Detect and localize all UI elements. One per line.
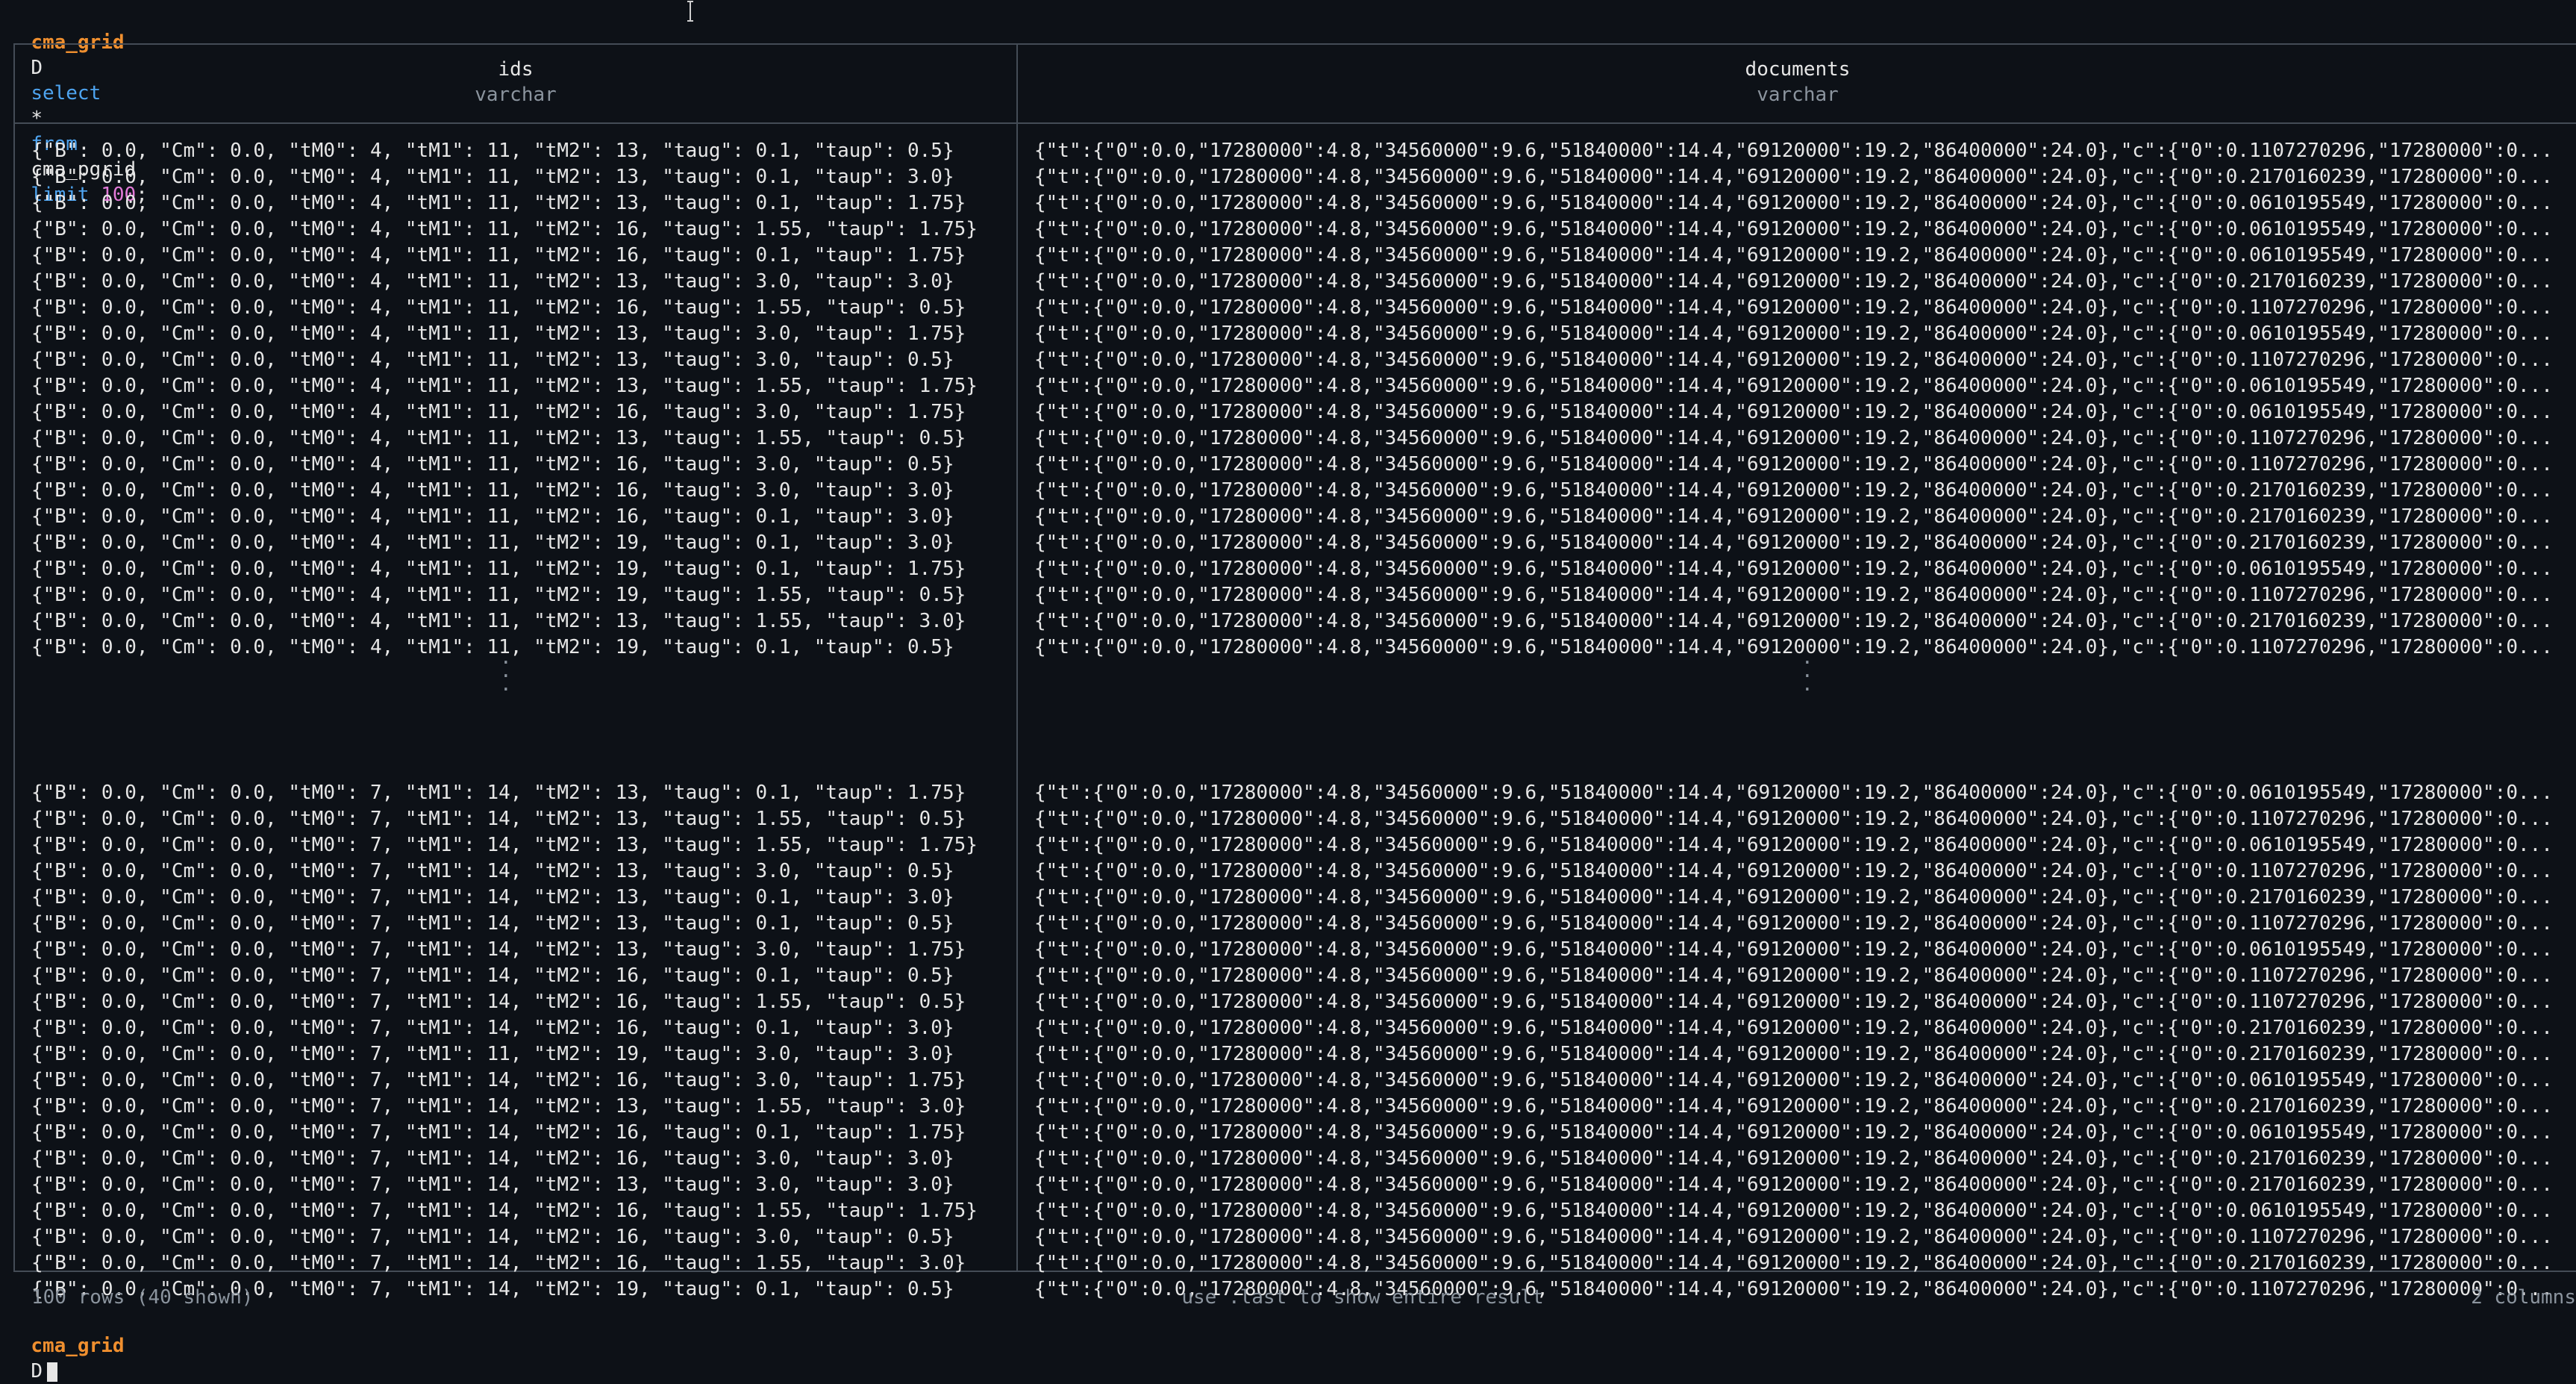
table-cell-documents[interactable]: {"t":{"0":0.0,"17280000":4.8,"34560000":… xyxy=(1034,885,2576,911)
table-cell-ids[interactable]: {"B": 0.0, "Cm": 0.0, "tM0": 4, "tM1": 1… xyxy=(31,347,1009,373)
result-table[interactable]: ids varchar documents varchar {"B": 0.0,… xyxy=(13,43,2576,1300)
table-cell-documents[interactable]: {"t":{"0":0.0,"17280000":4.8,"34560000":… xyxy=(1034,1067,2576,1094)
table-cell-ids[interactable]: {"B": 0.0, "Cm": 0.0, "tM0": 7, "tM1": 1… xyxy=(31,989,1009,1015)
table-cell-ids[interactable]: {"B": 0.0, "Cm": 0.0, "tM0": 7, "tM1": 1… xyxy=(31,1172,1009,1198)
table-cell-ids[interactable]: {"B": 0.0, "Cm": 0.0, "tM0": 7, "tM1": 1… xyxy=(31,885,1009,911)
table-cell-ids[interactable]: {"B": 0.0, "Cm": 0.0, "tM0": 7, "tM1": 1… xyxy=(31,780,1009,806)
table-cell-documents[interactable]: {"t":{"0":0.0,"17280000":4.8,"34560000":… xyxy=(1034,216,2576,243)
table-cell-documents[interactable]: {"t":{"0":0.0,"17280000":4.8,"34560000":… xyxy=(1034,832,2576,858)
table-cell-ids[interactable]: {"B": 0.0, "Cm": 0.0, "tM0": 4, "tM1": 1… xyxy=(31,216,1009,243)
table-cell-documents[interactable]: {"t":{"0":0.0,"17280000":4.8,"34560000":… xyxy=(1034,780,2576,806)
table-cell-ids[interactable]: {"B": 0.0, "Cm": 0.0, "tM0": 7, "tM1": 1… xyxy=(31,963,1009,989)
table-cell-documents[interactable]: {"t":{"0":0.0,"17280000":4.8,"34560000":… xyxy=(1034,1041,2576,1067)
table-cell-ids[interactable]: {"B": 0.0, "Cm": 0.0, "tM0": 4, "tM1": 1… xyxy=(31,556,1009,582)
table-cell-documents[interactable]: {"t":{"0":0.0,"17280000":4.8,"34560000":… xyxy=(1034,452,2576,478)
table-cell-documents[interactable]: {"t":{"0":0.0,"17280000":4.8,"34560000":… xyxy=(1034,164,2576,190)
table-cell-documents[interactable]: {"t":{"0":0.0,"17280000":4.8,"34560000":… xyxy=(1034,373,2576,399)
table-cell-documents[interactable]: {"t":{"0":0.0,"17280000":4.8,"34560000":… xyxy=(1034,347,2576,373)
table-cell-ids[interactable]: {"B": 0.0, "Cm": 0.0, "tM0": 7, "tM1": 1… xyxy=(31,858,1009,885)
table-cell-ids[interactable]: {"B": 0.0, "Cm": 0.0, "tM0": 4, "tM1": 1… xyxy=(31,635,1009,661)
column-divider xyxy=(1016,45,1018,1271)
table-cell-documents[interactable]: {"t":{"0":0.0,"17280000":4.8,"34560000":… xyxy=(1034,478,2576,504)
table-cell-documents[interactable]: {"t":{"0":0.0,"17280000":4.8,"34560000":… xyxy=(1034,1120,2576,1146)
table-cell-documents[interactable]: {"t":{"0":0.0,"17280000":4.8,"34560000":… xyxy=(1034,269,2576,295)
prompt-symbol: D xyxy=(31,1360,43,1383)
table-cell-documents[interactable]: {"t":{"0":0.0,"17280000":4.8,"34560000":… xyxy=(1034,138,2576,164)
row-ellipsis: · xyxy=(500,679,512,701)
table-cell-documents[interactable]: {"t":{"0":0.0,"17280000":4.8,"34560000":… xyxy=(1034,937,2576,963)
table-cell-ids[interactable]: {"B": 0.0, "Cm": 0.0, "tM0": 7, "tM1": 1… xyxy=(31,1224,1009,1250)
column-type: varchar xyxy=(1757,84,1839,106)
table-cell-ids[interactable]: {"B": 0.0, "Cm": 0.0, "tM0": 4, "tM1": 1… xyxy=(31,452,1009,478)
table-cell-ids[interactable]: {"B": 0.0, "Cm": 0.0, "tM0": 4, "tM1": 1… xyxy=(31,138,1009,164)
table-cell-documents[interactable]: {"t":{"0":0.0,"17280000":4.8,"34560000":… xyxy=(1034,504,2576,530)
table-cell-ids[interactable]: {"B": 0.0, "Cm": 0.0, "tM0": 4, "tM1": 1… xyxy=(31,190,1009,216)
table-cell-ids[interactable]: {"B": 0.0, "Cm": 0.0, "tM0": 7, "tM1": 1… xyxy=(31,1067,1009,1094)
prompt-db-name: cma_grid xyxy=(31,1335,125,1357)
table-cell-ids[interactable]: {"B": 0.0, "Cm": 0.0, "tM0": 4, "tM1": 1… xyxy=(31,373,1009,399)
table-cell-ids[interactable]: {"B": 0.0, "Cm": 0.0, "tM0": 7, "tM1": 1… xyxy=(31,937,1009,963)
table-cell-documents[interactable]: {"t":{"0":0.0,"17280000":4.8,"34560000":… xyxy=(1034,295,2576,321)
table-cell-documents[interactable]: {"t":{"0":0.0,"17280000":4.8,"34560000":… xyxy=(1034,399,2576,426)
row-ellipsis: · xyxy=(1801,679,1813,701)
table-cell-ids[interactable]: {"B": 0.0, "Cm": 0.0, "tM0": 4, "tM1": 1… xyxy=(31,243,1009,269)
table-cell-documents[interactable]: {"t":{"0":0.0,"17280000":4.8,"34560000":… xyxy=(1034,1015,2576,1041)
table-cell-ids[interactable]: {"B": 0.0, "Cm": 0.0, "tM0": 4, "tM1": 1… xyxy=(31,269,1009,295)
table-cell-ids[interactable]: {"B": 0.0, "Cm": 0.0, "tM0": 4, "tM1": 1… xyxy=(31,530,1009,556)
table-cell-documents[interactable]: {"t":{"0":0.0,"17280000":4.8,"34560000":… xyxy=(1034,1224,2576,1250)
column-name: ids xyxy=(498,58,534,81)
table-cell-documents[interactable]: {"t":{"0":0.0,"17280000":4.8,"34560000":… xyxy=(1034,582,2576,608)
show-all-hint: use .last to show entire result xyxy=(1181,1286,1544,1309)
table-cell-documents[interactable]: {"t":{"0":0.0,"17280000":4.8,"34560000":… xyxy=(1034,190,2576,216)
table-cell-ids[interactable]: {"B": 0.0, "Cm": 0.0, "tM0": 7, "tM1": 1… xyxy=(31,1015,1009,1041)
table-cell-ids[interactable]: {"B": 0.0, "Cm": 0.0, "tM0": 7, "tM1": 1… xyxy=(31,1250,1009,1277)
table-cell-documents[interactable]: {"t":{"0":0.0,"17280000":4.8,"34560000":… xyxy=(1034,858,2576,885)
table-cell-documents[interactable]: {"t":{"0":0.0,"17280000":4.8,"34560000":… xyxy=(1034,1250,2576,1277)
table-cell-documents[interactable]: {"t":{"0":0.0,"17280000":4.8,"34560000":… xyxy=(1034,911,2576,937)
result-footer: 100 rows (40 shown) use .last to show en… xyxy=(0,1284,2576,1311)
text-cursor-icon xyxy=(687,1,693,22)
table-cell-documents[interactable]: {"t":{"0":0.0,"17280000":4.8,"34560000":… xyxy=(1034,1146,2576,1172)
column-name: documents xyxy=(1745,58,1851,81)
table-cell-ids[interactable]: {"B": 0.0, "Cm": 0.0, "tM0": 7, "tM1": 1… xyxy=(31,1198,1009,1224)
table-cell-documents[interactable]: {"t":{"0":0.0,"17280000":4.8,"34560000":… xyxy=(1034,608,2576,635)
table-cell-ids[interactable]: {"B": 0.0, "Cm": 0.0, "tM0": 7, "tM1": 1… xyxy=(31,832,1009,858)
table-cell-ids[interactable]: {"B": 0.0, "Cm": 0.0, "tM0": 4, "tM1": 1… xyxy=(31,399,1009,426)
table-cell-ids[interactable]: {"B": 0.0, "Cm": 0.0, "tM0": 4, "tM1": 1… xyxy=(31,608,1009,635)
table-cell-ids[interactable]: {"B": 0.0, "Cm": 0.0, "tM0": 7, "tM1": 1… xyxy=(31,911,1009,937)
table-cell-documents[interactable]: {"t":{"0":0.0,"17280000":4.8,"34560000":… xyxy=(1034,1198,2576,1224)
table-cell-documents[interactable]: {"t":{"0":0.0,"17280000":4.8,"34560000":… xyxy=(1034,989,2576,1015)
table-cell-documents[interactable]: {"t":{"0":0.0,"17280000":4.8,"34560000":… xyxy=(1034,963,2576,989)
terminal-cursor[interactable] xyxy=(46,1362,57,1382)
table-cell-documents[interactable]: {"t":{"0":0.0,"17280000":4.8,"34560000":… xyxy=(1034,806,2576,832)
table-cell-ids[interactable]: {"B": 0.0, "Cm": 0.0, "tM0": 4, "tM1": 1… xyxy=(31,478,1009,504)
column-header-documents[interactable]: documents varchar xyxy=(1018,57,2576,107)
table-cell-ids[interactable]: {"B": 0.0, "Cm": 0.0, "tM0": 7, "tM1": 1… xyxy=(31,1146,1009,1172)
column-count-info: 2 columns xyxy=(2471,1286,2576,1309)
table-cell-ids[interactable]: {"B": 0.0, "Cm": 0.0, "tM0": 4, "tM1": 1… xyxy=(31,582,1009,608)
query-line[interactable]: cma_grid D select * from cma_pgrid limit… xyxy=(7,4,148,206)
table-cell-documents[interactable]: {"t":{"0":0.0,"17280000":4.8,"34560000":… xyxy=(1034,426,2576,452)
table-cell-ids[interactable]: {"B": 0.0, "Cm": 0.0, "tM0": 4, "tM1": 1… xyxy=(31,164,1009,190)
column-type: varchar xyxy=(475,84,557,106)
table-cell-ids[interactable]: {"B": 0.0, "Cm": 0.0, "tM0": 4, "tM1": 1… xyxy=(31,504,1009,530)
header-divider xyxy=(15,122,2576,124)
table-cell-documents[interactable]: {"t":{"0":0.0,"17280000":4.8,"34560000":… xyxy=(1034,530,2576,556)
column-header-ids[interactable]: ids varchar xyxy=(15,57,1016,107)
table-cell-documents[interactable]: {"t":{"0":0.0,"17280000":4.8,"34560000":… xyxy=(1034,1172,2576,1198)
table-cell-ids[interactable]: {"B": 0.0, "Cm": 0.0, "tM0": 4, "tM1": 1… xyxy=(31,321,1009,347)
table-cell-ids[interactable]: {"B": 0.0, "Cm": 0.0, "tM0": 4, "tM1": 1… xyxy=(31,295,1009,321)
table-cell-documents[interactable]: {"t":{"0":0.0,"17280000":4.8,"34560000":… xyxy=(1034,1094,2576,1120)
table-cell-documents[interactable]: {"t":{"0":0.0,"17280000":4.8,"34560000":… xyxy=(1034,321,2576,347)
table-cell-ids[interactable]: {"B": 0.0, "Cm": 0.0, "tM0": 4, "tM1": 1… xyxy=(31,426,1009,452)
table-cell-ids[interactable]: {"B": 0.0, "Cm": 0.0, "tM0": 7, "tM1": 1… xyxy=(31,1120,1009,1146)
table-cell-documents[interactable]: {"t":{"0":0.0,"17280000":4.8,"34560000":… xyxy=(1034,243,2576,269)
table-cell-ids[interactable]: {"B": 0.0, "Cm": 0.0, "tM0": 7, "tM1": 1… xyxy=(31,1094,1009,1120)
table-cell-ids[interactable]: {"B": 0.0, "Cm": 0.0, "tM0": 7, "tM1": 1… xyxy=(31,806,1009,832)
table-cell-ids[interactable]: {"B": 0.0, "Cm": 0.0, "tM0": 7, "tM1": 1… xyxy=(31,1041,1009,1067)
input-prompt-line[interactable]: cma_grid D xyxy=(7,1308,124,1383)
table-cell-documents[interactable]: {"t":{"0":0.0,"17280000":4.8,"34560000":… xyxy=(1034,556,2576,582)
